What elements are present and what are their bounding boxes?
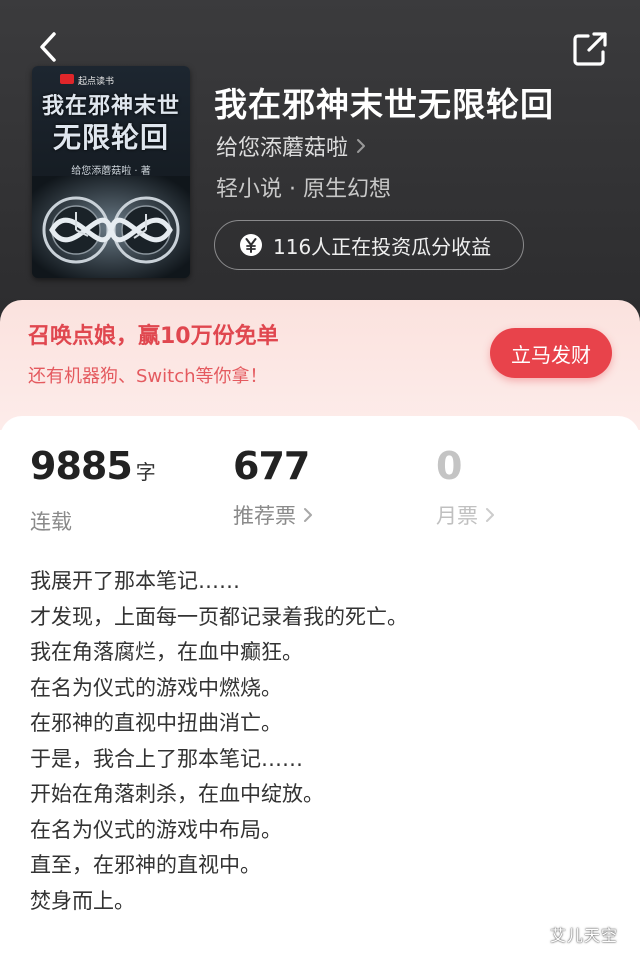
stat-word-count: 9885 字 连载 xyxy=(30,444,156,536)
promo-title: 召唤点娘，赢10万份免单 xyxy=(28,324,279,349)
synopsis-line: 在邪神的直视中扭曲消亡。 xyxy=(30,711,282,735)
promo-banner[interactable]: 召唤点娘，赢10万份免单 还有机器狗、Switch等你拿！ 立马发财 xyxy=(0,300,640,430)
synopsis-line: 我展开了那本笔记…… xyxy=(30,569,240,593)
chevron-right-icon xyxy=(304,508,312,522)
recommend-votes-value: 677 xyxy=(233,444,310,488)
book-cover[interactable]: 起点读书 我在邪神末世 无限轮回 给您添蘑菇啦 · 著 xyxy=(32,66,190,278)
book-header: 起点读书 我在邪神末世 无限轮回 给您添蘑菇啦 · 著 我在邪神末世无限轮回 给… xyxy=(0,0,640,330)
synopsis-line: 在名为仪式的游戏中布局。 xyxy=(30,817,282,842)
synopsis-line: 直至，在邪神的直视中。 xyxy=(30,853,261,877)
synopsis-line: 于是，我合上了那本笔记…… xyxy=(30,746,303,771)
monthly-votes-value: 0 xyxy=(436,444,462,488)
publisher-logo-icon xyxy=(60,74,74,84)
word-count-unit: 字 xyxy=(135,460,156,484)
chevron-right-icon xyxy=(357,139,366,153)
back-button[interactable] xyxy=(30,28,70,68)
cover-title-line2: 无限轮回 xyxy=(52,121,169,154)
synopsis-line: 才发现，上面每一页都记录着我的死亡。 xyxy=(30,604,408,629)
cover-author: 给您添蘑菇啦 · 著 xyxy=(71,166,151,177)
book-synopsis[interactable]: 我展开了那本笔记…… 才发现，上面每一页都记录着我的死亡。 我在角落腐烂，在血中… xyxy=(30,564,620,919)
stat-recommend-votes[interactable]: 677 推荐票 xyxy=(233,444,314,530)
book-title: 我在邪神末世无限轮回 xyxy=(214,85,554,124)
synopsis-line: 我在角落腐烂，在血中癫狂。 xyxy=(30,640,303,664)
synopsis-line: 在名为仪式的游戏中燃烧。 xyxy=(30,675,282,700)
author-link[interactable]: 给您添蘑菇啦 xyxy=(216,132,368,161)
cover-publisher: 起点读书 xyxy=(78,77,115,87)
book-genre: 轻小说 · 原生幻想 xyxy=(216,177,391,202)
back-chevron-icon xyxy=(40,32,56,62)
word-count-value: 9885 xyxy=(30,444,133,488)
promo-subtitle: 还有机器狗、Switch等你拿！ xyxy=(28,366,268,387)
promo-action-button[interactable]: 立马发财 xyxy=(490,328,612,378)
book-info-card: 9885 字 连载 677 推荐票 0 月票 我展开了那本笔记…… 才发现，上面每… xyxy=(0,416,640,955)
yen-icon xyxy=(240,234,262,256)
watermark: 艾儿天空 xyxy=(550,926,619,945)
serial-status-label: 连载 xyxy=(30,510,72,534)
author-name: 给您添蘑菇啦 xyxy=(216,136,349,161)
invest-button[interactable]: 116人正在投资瓜分收益 xyxy=(214,220,524,270)
share-icon xyxy=(573,32,607,66)
recommend-votes-label: 推荐票 xyxy=(233,504,296,528)
stat-monthly-votes[interactable]: 0 月票 xyxy=(436,444,496,530)
monthly-votes-label: 月票 xyxy=(436,504,478,528)
share-button[interactable] xyxy=(568,28,612,72)
synopsis-line: 开始在角落刺杀，在血中绽放。 xyxy=(30,782,324,806)
invest-text: 116人正在投资瓜分收益 xyxy=(273,234,492,259)
cover-illustration xyxy=(32,176,190,278)
chevron-right-icon xyxy=(486,508,494,522)
synopsis-line: 焚身而上。 xyxy=(30,888,135,913)
